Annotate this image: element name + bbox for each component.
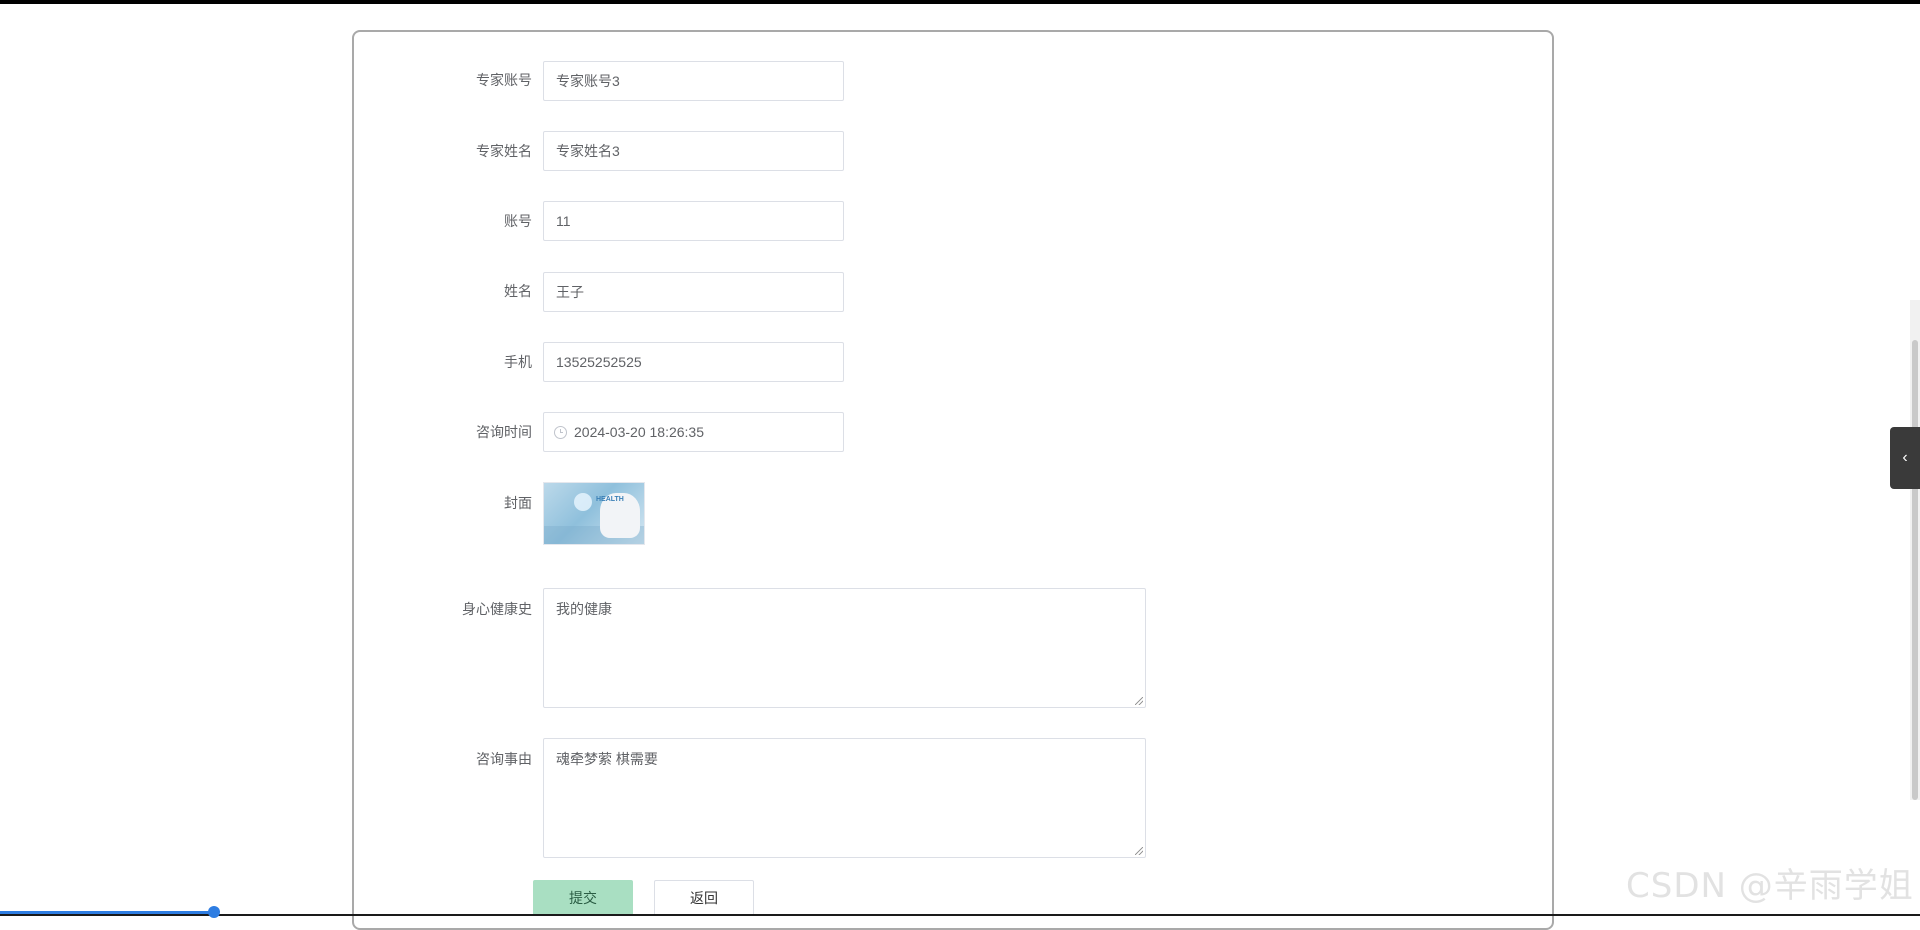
name-input[interactable]: 王子 [543, 272, 844, 312]
progress-line [0, 911, 214, 914]
submit-button[interactable]: 提交 [533, 880, 633, 916]
expert-account-label: 专家账号 [476, 72, 532, 88]
account-label: 账号 [504, 213, 532, 229]
consult-time-picker[interactable]: 2024-03-20 18:26:35 [543, 412, 844, 452]
cover-image-text: HEALTH [596, 496, 624, 503]
consult-reason-label: 咨询事由 [476, 751, 532, 767]
resize-handle-icon[interactable] [1135, 697, 1143, 705]
health-history-value: 我的健康 [556, 601, 612, 617]
expert-name-label: 专家姓名 [476, 143, 532, 159]
health-history-label: 身心健康史 [462, 601, 532, 617]
cover-image[interactable]: HEALTH [543, 482, 645, 545]
consult-reason-textarea[interactable]: 魂牵梦萦 棋需要 [543, 738, 1146, 858]
top-strip [0, 0, 1920, 4]
cover-label: 封面 [504, 495, 532, 511]
expert-account-input[interactable]: 专家账号3 [543, 61, 844, 101]
name-label: 姓名 [504, 283, 532, 299]
watermark: CSDN @辛雨学姐 [1626, 866, 1914, 906]
progress-handle[interactable] [208, 906, 220, 918]
resize-handle-icon[interactable] [1135, 847, 1143, 855]
clock-icon [554, 426, 567, 439]
cover-image-glow [574, 493, 592, 511]
health-history-textarea[interactable]: 我的健康 [543, 588, 1146, 708]
chevron-left-icon[interactable]: ‹ [1890, 427, 1920, 489]
phone-input[interactable]: 13525252525 [543, 342, 844, 382]
phone-label: 手机 [504, 354, 532, 370]
consult-time-label: 咨询时间 [476, 424, 532, 440]
account-input[interactable]: 11 [543, 201, 844, 241]
back-button[interactable]: 返回 [654, 880, 754, 916]
consult-time-value: 2024-03-20 18:26:35 [574, 424, 704, 440]
scrollbar-thumb[interactable] [1912, 340, 1918, 800]
expert-name-input[interactable]: 专家姓名3 [543, 131, 844, 171]
consult-reason-value: 魂牵梦萦 棋需要 [556, 751, 658, 767]
